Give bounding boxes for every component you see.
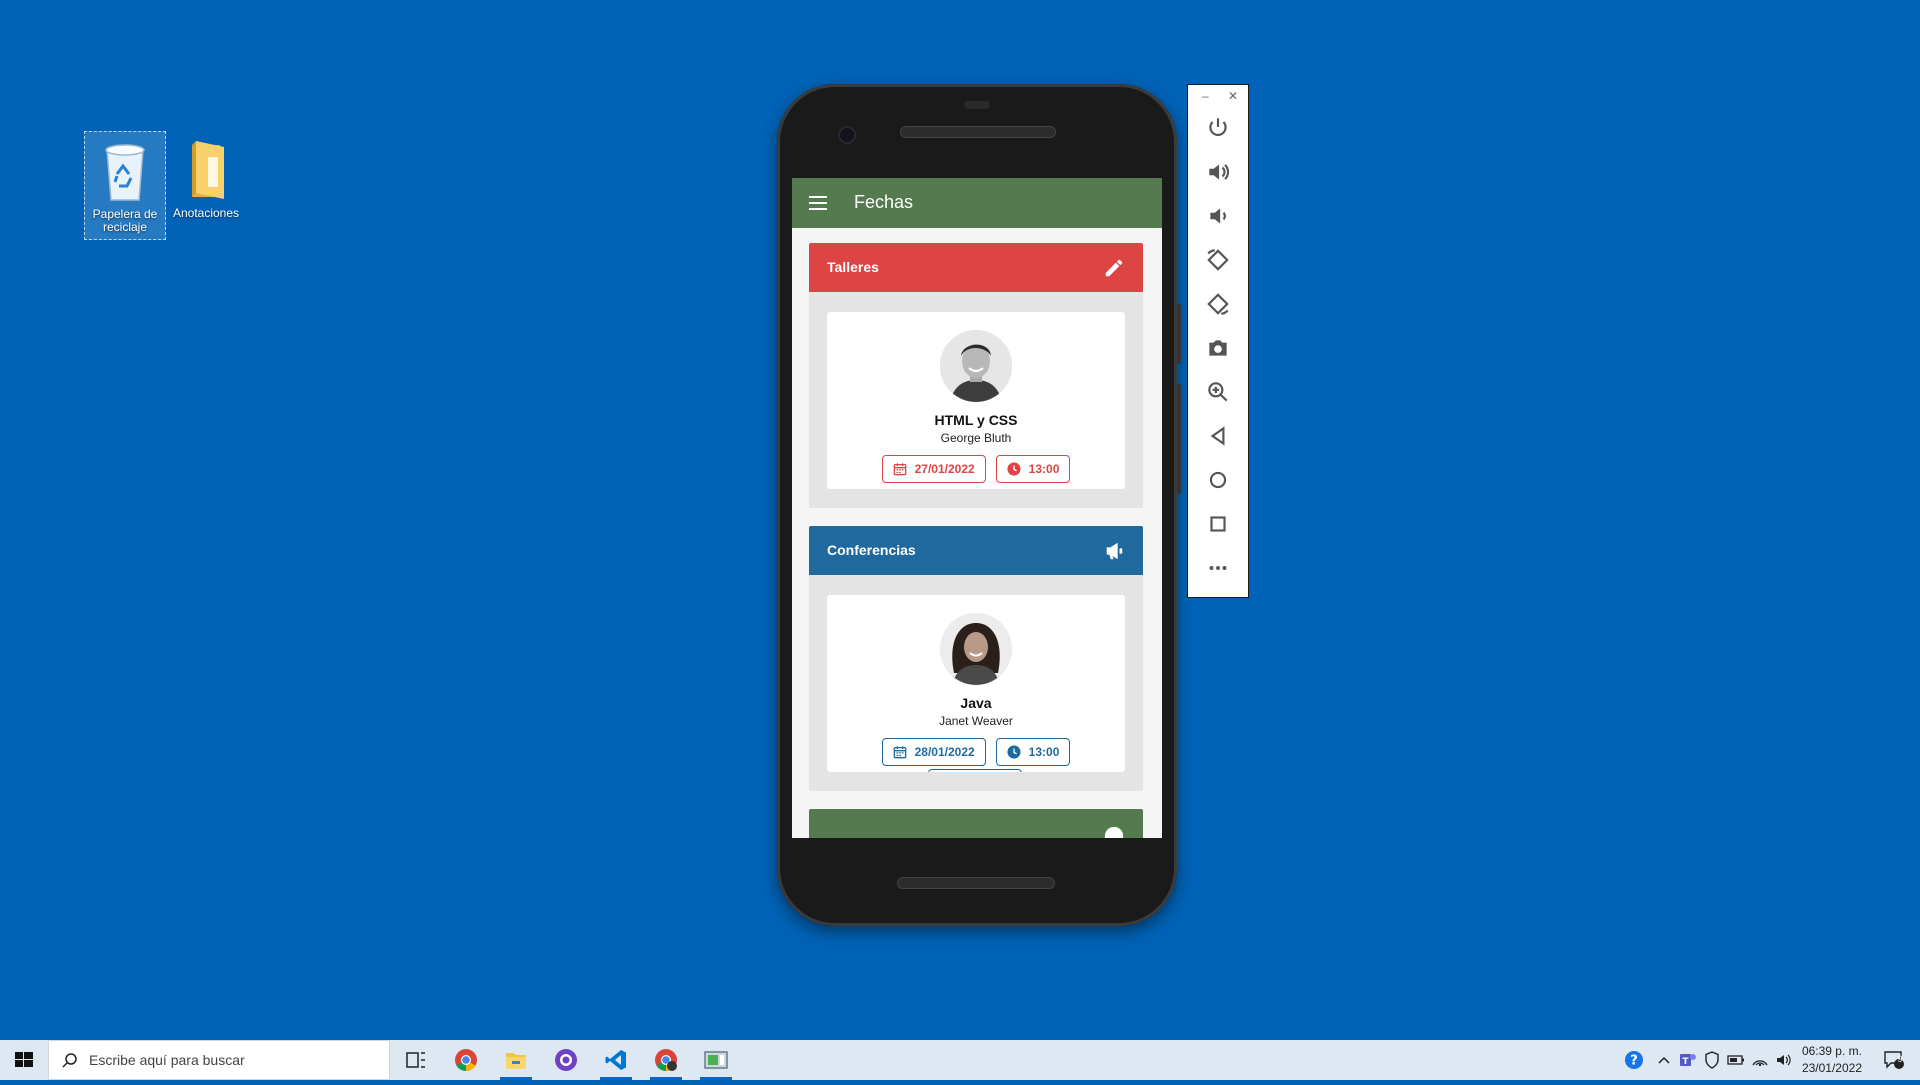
volume-side-button [1177, 384, 1181, 494]
security-shield-icon[interactable] [1700, 1040, 1724, 1080]
device-screen: Fechas Talleres HTML y CSS George Bluth … [792, 178, 1162, 838]
svg-text:?: ? [1630, 1054, 1638, 1069]
time-chip[interactable]: 13:00 [995, 738, 1071, 766]
hamburger-menu-icon[interactable] [806, 192, 830, 214]
calendar-icon [893, 746, 906, 759]
zoom-icon[interactable] [1205, 379, 1231, 405]
emulator-toolbar: – ✕ [1187, 84, 1249, 598]
vscode-icon[interactable] [592, 1040, 640, 1080]
anotaciones-label: Anotaciones [172, 206, 240, 220]
system-clock[interactable]: 06:39 p. m. 23/01/2022 [1802, 1043, 1862, 1077]
recycle-bin-desktop-icon[interactable]: Papelera de reciclaje [84, 131, 166, 240]
close-button[interactable]: ✕ [1228, 89, 1238, 103]
event-title: HTML y CSS [934, 412, 1018, 428]
volume-down-icon[interactable] [1205, 203, 1231, 229]
volume-up-icon[interactable] [1205, 159, 1231, 185]
section-next [809, 809, 1143, 838]
event-card[interactable]: HTML y CSS George Bluth 27/01/2022 13:00 [827, 312, 1125, 489]
help-icon[interactable]: ? [1620, 1040, 1648, 1080]
pencil-icon[interactable] [1103, 257, 1125, 279]
date-text: 27/01/2022 [914, 462, 975, 476]
task-view-icon[interactable] [392, 1040, 440, 1080]
emulator-icon[interactable] [692, 1040, 740, 1080]
clock-date: 23/01/2022 [1801, 1061, 1862, 1075]
section-conferencias: Conferencias Java Janet Weaver 28/01/202… [809, 526, 1143, 791]
time-text: 13:00 [1028, 745, 1060, 759]
front-camera [838, 126, 856, 144]
info-icon[interactable] [1103, 825, 1125, 838]
power-icon[interactable] [1205, 115, 1231, 141]
speaker-name: George Bluth [940, 431, 1012, 445]
clock-time: 06:39 p. m. [1801, 1044, 1862, 1058]
battery-icon[interactable] [1724, 1040, 1748, 1080]
recycle-bin-label: Papelera de reciclaje [92, 207, 158, 234]
chrome-profile-icon[interactable] [642, 1040, 690, 1080]
home-icon[interactable] [1205, 467, 1231, 493]
section-header[interactable] [809, 809, 1143, 838]
event-card[interactable]: Java Janet Weaver 28/01/2022 13:00 [827, 595, 1125, 772]
time-chip[interactable]: 13:00 [995, 455, 1071, 483]
taskbar-search-box[interactable]: Escribe aquí para buscar [48, 1040, 390, 1080]
app-title: Fechas [854, 192, 914, 212]
taskbar: Escribe aquí para buscar ? T 06:39 p. m.… [0, 1040, 1920, 1080]
wifi-icon[interactable] [1748, 1040, 1772, 1080]
more-chip-partial [928, 769, 1022, 772]
chrome-icon[interactable] [442, 1040, 490, 1080]
rotate-right-icon[interactable] [1205, 291, 1231, 317]
camera-icon[interactable] [1205, 335, 1231, 361]
anotaciones-folder[interactable]: Anotaciones [166, 131, 246, 220]
calendar-icon [893, 463, 906, 476]
top-speaker-grille [900, 126, 1056, 138]
overview-icon[interactable] [1205, 511, 1231, 537]
section-title: Conferencias [827, 542, 916, 558]
speaker-avatar [940, 330, 1012, 402]
bottom-speaker-grille [897, 877, 1055, 889]
speaker-avatar [940, 613, 1012, 685]
clock-icon [1007, 462, 1021, 476]
recycle-bin-icon [95, 136, 155, 206]
app-bar: Fechas [792, 178, 1162, 228]
file-explorer-icon[interactable] [492, 1040, 540, 1080]
section-talleres: Talleres HTML y CSS George Bluth 27/01/2… [809, 243, 1143, 508]
notification-count: 9 [1897, 1054, 1903, 1064]
speaker-name: Janet Weaver [939, 714, 1013, 728]
android-device-frame: Fechas Talleres HTML y CSS George Bluth … [777, 84, 1181, 926]
teams-icon[interactable]: T [1676, 1040, 1700, 1080]
minimize-button[interactable]: – [1202, 89, 1209, 103]
windows-start-icon[interactable] [0, 1040, 48, 1080]
show-hidden-icons-chevron-up-icon[interactable] [1652, 1040, 1676, 1080]
power-side-button [1177, 304, 1181, 364]
megaphone-icon[interactable] [1103, 540, 1125, 562]
date-chip[interactable]: 27/01/2022 [881, 455, 986, 483]
back-icon[interactable] [1205, 423, 1231, 449]
section-header[interactable]: Talleres [809, 243, 1143, 292]
speaker-volume-icon[interactable] [1772, 1040, 1796, 1080]
section-title: Talleres [827, 259, 879, 275]
svg-text:T: T [1682, 1057, 1689, 1067]
search-icon [62, 1053, 77, 1068]
github-desktop-icon[interactable] [542, 1040, 590, 1080]
event-title: Java [960, 695, 992, 711]
more-icon[interactable] [1205, 555, 1231, 581]
earpiece [964, 101, 990, 109]
folder-icon [176, 135, 236, 205]
date-text: 28/01/2022 [914, 745, 975, 759]
date-chip[interactable]: 28/01/2022 [881, 738, 986, 766]
section-header[interactable]: Conferencias [809, 526, 1143, 575]
rotate-left-icon[interactable] [1205, 247, 1231, 273]
clock-icon [1007, 745, 1021, 759]
time-text: 13:00 [1028, 462, 1060, 476]
search-placeholder: Escribe aquí para buscar [89, 1052, 245, 1068]
notifications-icon[interactable]: 9 [1876, 1040, 1912, 1080]
